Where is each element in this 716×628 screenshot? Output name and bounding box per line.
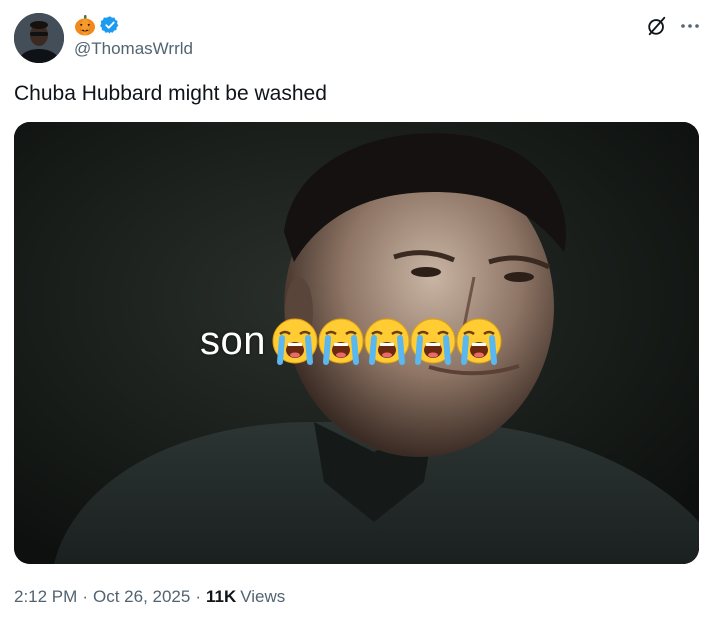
media-caption: son bbox=[200, 316, 504, 366]
avatar[interactable] bbox=[14, 13, 64, 63]
user-handle[interactable]: @ThomasWrrld bbox=[74, 38, 193, 60]
tweet-date[interactable]: Oct 26, 2025 bbox=[93, 586, 190, 608]
grok-icon[interactable] bbox=[646, 15, 668, 37]
tweet-time[interactable]: 2:12 PM bbox=[14, 586, 77, 608]
tweet-text: Chuba Hubbard might be washed bbox=[14, 82, 327, 105]
meta-separator: · bbox=[82, 587, 88, 606]
meta-separator: · bbox=[195, 587, 201, 606]
tweet-meta: 2:12 PM · Oct 26, 2025 · 11K Views bbox=[14, 586, 285, 608]
more-icon[interactable] bbox=[678, 15, 702, 37]
loudly-crying-face-icon bbox=[318, 318, 364, 365]
name-row bbox=[74, 14, 120, 36]
tweet-card: @ThomasWrrld Chuba Hubbard might be wash… bbox=[0, 0, 716, 628]
pumpkin-emoji-icon bbox=[75, 15, 95, 36]
avatar-image bbox=[14, 13, 64, 63]
loudly-crying-face-icon bbox=[364, 318, 410, 365]
loudly-crying-face-icon bbox=[456, 318, 502, 365]
loudly-crying-face-icon bbox=[410, 318, 456, 365]
caption-word: son bbox=[200, 318, 266, 363]
tweet-media[interactable]: son bbox=[14, 122, 699, 564]
loudly-crying-face-icon bbox=[272, 318, 318, 365]
views-count[interactable]: 11K bbox=[206, 586, 236, 608]
verified-badge-icon[interactable] bbox=[100, 15, 120, 35]
views-label[interactable]: Views bbox=[240, 586, 285, 608]
